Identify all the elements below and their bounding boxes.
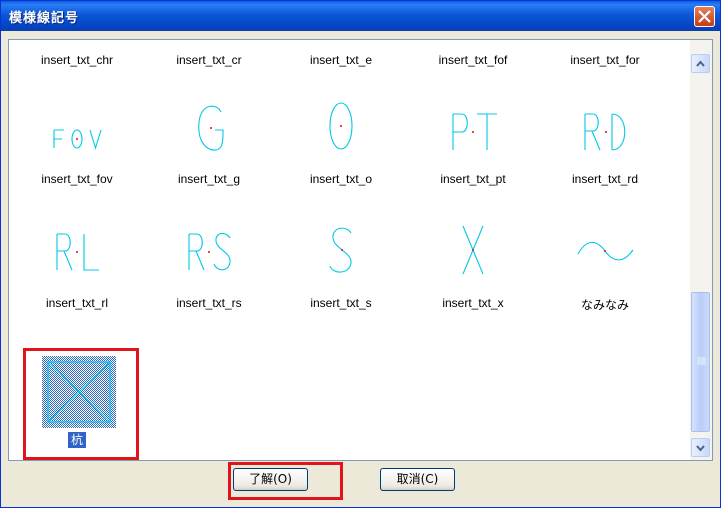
item-label: insert_txt_chr bbox=[40, 53, 114, 67]
list-item[interactable]: insert_txt_for bbox=[539, 40, 671, 67]
rl-symbol-icon bbox=[56, 233, 99, 271]
fov-symbol-icon bbox=[53, 129, 102, 150]
item-label: insert_txt_fov bbox=[41, 172, 113, 186]
x-symbol-icon bbox=[462, 225, 484, 275]
item-label: insert_txt_pt bbox=[440, 172, 506, 186]
item-label: insert_txt_cr bbox=[176, 53, 242, 67]
symbol-grid: insert_txt_chr insert_txt_cr insert_txt_… bbox=[9, 40, 689, 460]
rs-symbol-icon bbox=[188, 232, 231, 271]
symbol-list[interactable]: insert_txt_chr insert_txt_cr insert_txt_… bbox=[8, 39, 713, 461]
list-item[interactable]: insert_txt_rd bbox=[539, 100, 671, 196]
cancel-button[interactable]: 取消(C) bbox=[380, 468, 455, 491]
selection-highlight-frame bbox=[23, 348, 139, 460]
dialog-window: 模様線記号 insert_txt_chr insert_txt_cr inser… bbox=[0, 0, 721, 508]
list-item[interactable]: insert_txt_e bbox=[275, 40, 407, 67]
g-symbol-icon bbox=[198, 105, 224, 151]
item-label: insert_txt_rs bbox=[176, 296, 242, 310]
wave-symbol-icon bbox=[577, 241, 634, 261]
pt-symbol-icon bbox=[452, 113, 497, 150]
close-button[interactable] bbox=[694, 6, 715, 27]
vertical-scrollbar[interactable] bbox=[690, 40, 712, 460]
chevron-down-icon bbox=[696, 445, 705, 452]
item-label: insert_txt_rd bbox=[571, 172, 639, 186]
scroll-down-button[interactable] bbox=[691, 438, 710, 457]
item-label: insert_txt_e bbox=[309, 53, 373, 67]
o-symbol-icon bbox=[329, 102, 353, 150]
list-item[interactable]: insert_txt_rs bbox=[143, 224, 275, 320]
list-item[interactable]: insert_txt_s bbox=[275, 224, 407, 320]
item-label: insert_txt_for bbox=[570, 53, 640, 67]
rd-symbol-icon bbox=[584, 113, 626, 151]
list-item[interactable]: なみなみ bbox=[539, 224, 671, 320]
window-title: 模様線記号 bbox=[9, 11, 80, 26]
item-label: insert_txt_g bbox=[177, 172, 241, 186]
item-label: insert_txt_rl bbox=[45, 296, 109, 310]
s-symbol-icon bbox=[329, 227, 352, 273]
item-label: insert_txt_s bbox=[310, 296, 372, 310]
list-item[interactable]: insert_txt_g bbox=[143, 100, 275, 196]
list-item[interactable]: insert_txt_pt bbox=[407, 100, 539, 196]
list-item[interactable]: insert_txt_cr bbox=[143, 40, 275, 67]
list-item[interactable]: insert_txt_x bbox=[407, 224, 539, 320]
grip-icon bbox=[697, 357, 706, 365]
item-label: なみなみ bbox=[580, 298, 629, 312]
close-icon bbox=[698, 10, 711, 23]
list-item[interactable]: insert_txt_chr bbox=[11, 40, 143, 67]
scroll-up-button[interactable] bbox=[691, 54, 710, 73]
chevron-up-icon bbox=[696, 60, 705, 67]
item-label: insert_txt_x bbox=[442, 296, 504, 310]
list-item[interactable]: insert_txt_o bbox=[275, 100, 407, 196]
scroll-thumb[interactable] bbox=[691, 292, 710, 432]
list-item[interactable]: insert_txt_fof bbox=[407, 40, 539, 67]
item-label: insert_txt_fof bbox=[438, 53, 508, 67]
item-label: insert_txt_o bbox=[309, 172, 373, 186]
list-item[interactable]: insert_txt_rl bbox=[11, 224, 143, 320]
title-bar[interactable]: 模様線記号 bbox=[1, 1, 720, 31]
ok-highlight-frame bbox=[228, 462, 343, 500]
list-item[interactable]: insert_txt_fov bbox=[11, 100, 143, 196]
